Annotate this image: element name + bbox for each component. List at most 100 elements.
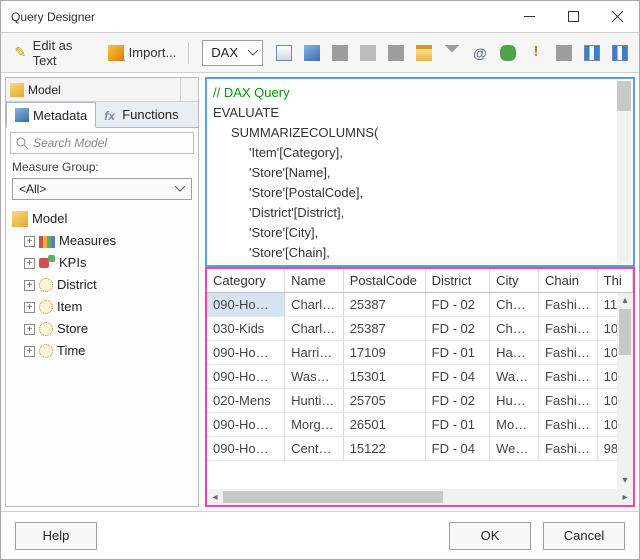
expand-icon[interactable]: + [24, 258, 35, 269]
table-cell: FD - 01 [426, 341, 490, 364]
expand-icon[interactable]: + [24, 346, 35, 357]
column-header[interactable]: Thi [598, 269, 633, 292]
tab-metadata[interactable]: Metadata [6, 102, 96, 128]
chart2-icon [612, 45, 628, 61]
table-row[interactable]: 090-Ho…Morg…26501FD - 01Mo…Fashi…100 [207, 413, 633, 437]
chevron-down-icon [175, 186, 185, 192]
tb-action-2-button[interactable] [355, 42, 381, 64]
table-row[interactable]: 090-Ho…Harri…17109FD - 01Ha…Fashi…103 [207, 341, 633, 365]
search-icon [15, 136, 29, 150]
tab-functions-label: Functions [122, 107, 178, 122]
tb-action-1-button[interactable] [327, 42, 353, 64]
pane-drag-handle[interactable] [180, 78, 198, 102]
table-cell: Mo… [490, 413, 539, 436]
column-header[interactable]: PostalCode [344, 269, 426, 292]
dax-query-editor[interactable]: // DAX QueryEVALUATESUMMARIZECOLUMNS('It… [205, 77, 635, 267]
table-cell: 090-Ho… [207, 413, 285, 436]
tb-run-button[interactable]: ! [523, 42, 549, 64]
import-icon [107, 44, 125, 62]
table-row[interactable]: 020-MensHunti…25705FD - 02Hu…Fashi…100 [207, 389, 633, 413]
tb-action-3-button[interactable] [383, 42, 409, 64]
expand-icon[interactable]: + [24, 302, 35, 313]
block-icon [332, 45, 348, 61]
tree-root-model[interactable]: Model [10, 208, 198, 230]
language-value: DAX [211, 45, 238, 60]
tab-functions[interactable]: Functions [96, 102, 186, 127]
tb-param-button[interactable]: @ [467, 42, 493, 64]
edit-as-text-button[interactable]: Edit as Text [7, 35, 100, 71]
tree-node-label: KPIs [59, 252, 86, 274]
column-header[interactable]: Chain [539, 269, 598, 292]
tree-node[interactable]: + Item [10, 296, 198, 318]
scissors-icon [444, 45, 460, 61]
dim-icon [39, 344, 53, 358]
editor-line: SUMMARIZECOLUMNS( [213, 123, 627, 143]
tree-node-label: Item [57, 296, 82, 318]
tag-icon [360, 45, 376, 61]
titlebar: Query Designer [1, 1, 639, 33]
column-header[interactable]: District [426, 269, 490, 292]
tree-node-label: District [57, 274, 97, 296]
hscroll-track[interactable] [223, 491, 617, 503]
chart1-icon [584, 45, 600, 61]
tb-chart2-button[interactable] [607, 42, 633, 64]
table-cell: Charl… [285, 317, 344, 340]
ok-button[interactable]: OK [449, 522, 531, 550]
tb-stop-button[interactable] [551, 42, 577, 64]
hscroll-thumb[interactable] [223, 491, 443, 503]
scroll-down-icon[interactable]: ▾ [617, 473, 633, 489]
results-hscrollbar[interactable]: ◂ ▸ [207, 489, 633, 505]
table-cell: 030-Kids [207, 317, 285, 340]
table-cell: Cent… [285, 437, 344, 460]
tb-chart1-button[interactable] [579, 42, 605, 64]
close-button[interactable] [595, 1, 639, 33]
minimize-button[interactable] [507, 1, 551, 33]
editor-line: 'Store'[City], [213, 223, 627, 243]
import-button[interactable]: Import... [102, 41, 182, 65]
expand-icon[interactable]: + [24, 236, 35, 247]
tree-node[interactable]: +Time [10, 340, 198, 362]
results-grid: CategoryNamePostalCodeDistrictCityChainT… [205, 267, 635, 507]
tree-node[interactable]: +Store [10, 318, 198, 340]
editor-line: EVALUATE [213, 103, 627, 123]
cancel-button[interactable]: Cancel [543, 522, 625, 550]
scroll-up-icon[interactable]: ▴ [617, 293, 633, 309]
tree-node[interactable]: + District [10, 274, 198, 296]
tree-node[interactable]: +Measures [10, 230, 198, 252]
measure-group-select[interactable]: <All> [12, 178, 192, 200]
table-cell: FD - 04 [426, 437, 490, 460]
tb-folder-button[interactable] [411, 42, 437, 64]
scroll-right-icon[interactable]: ▸ [617, 492, 633, 503]
folder-icon [416, 45, 432, 61]
maximize-button[interactable] [551, 1, 595, 33]
expand-icon[interactable]: + [24, 324, 35, 335]
editor-line: 'Store'[Chain], [213, 243, 627, 263]
model-search-input[interactable]: Search Model [10, 132, 194, 154]
tb-cut-button[interactable] [439, 42, 465, 64]
table-row[interactable]: 090-Ho…Wash…15301FD - 04Wa…Fashi…102 [207, 365, 633, 389]
vscroll-thumb[interactable] [619, 309, 631, 355]
table-row[interactable]: 030-KidsCharl…25387FD - 02Ch…Fashi…107 [207, 317, 633, 341]
language-dropdown[interactable]: DAX [202, 40, 263, 66]
table-cell: 25387 [344, 293, 426, 316]
table-row[interactable]: 090-Ho…Cent…15122FD - 04We…Fashi…984 [207, 437, 633, 461]
results-header-row: CategoryNamePostalCodeDistrictCityChainT… [207, 269, 633, 293]
tb-cube-button[interactable] [299, 42, 325, 64]
table-cell: 15301 [344, 365, 426, 388]
table-cell: 090-Ho… [207, 437, 285, 460]
tb-new-query-button[interactable] [271, 42, 297, 64]
results-vscrollbar[interactable]: ▴ ▾ [617, 293, 633, 489]
editor-scroll-thumb[interactable] [617, 81, 631, 111]
scroll-left-icon[interactable]: ◂ [207, 492, 223, 503]
table-cell: FD - 04 [426, 365, 490, 388]
column-header[interactable]: City [490, 269, 539, 292]
help-button[interactable]: Help [15, 522, 97, 550]
main-split: Model Metadata Functions Search Model Me… [1, 73, 639, 511]
table-row[interactable]: 090-Ho…Charl…25387FD - 02Ch…Fashi…112 [207, 293, 633, 317]
editor-scrollbar[interactable] [617, 81, 631, 263]
tb-refresh-button[interactable] [495, 42, 521, 64]
tree-node[interactable]: + KPIs [10, 252, 198, 274]
column-header[interactable]: Name [285, 269, 344, 292]
column-header[interactable]: Category [207, 269, 285, 292]
expand-icon[interactable]: + [24, 280, 35, 291]
